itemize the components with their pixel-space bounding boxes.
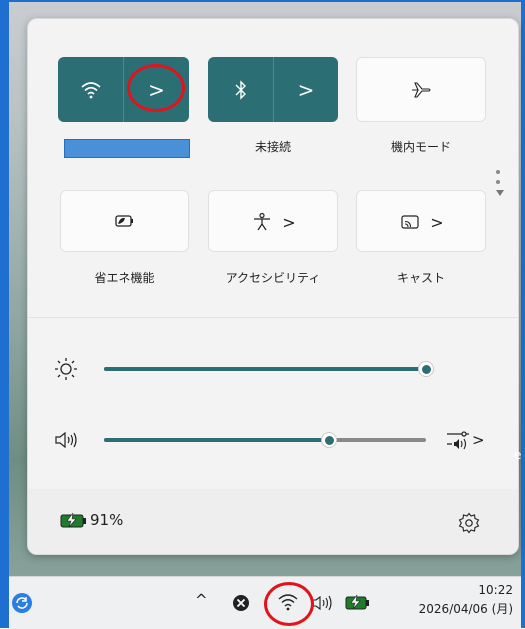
battery-status-button[interactable]: 91% bbox=[60, 511, 123, 529]
cast-tile[interactable]: > bbox=[356, 190, 486, 252]
audio-output-button[interactable]: > bbox=[446, 429, 485, 451]
battery-charging-icon bbox=[60, 512, 86, 528]
accessibility-tile[interactable]: > bbox=[208, 190, 338, 252]
chevron-right-icon: > bbox=[282, 212, 296, 232]
wifi-network-name-box bbox=[64, 139, 190, 158]
chevron-right-icon: > bbox=[148, 77, 165, 102]
audio-output-icon bbox=[447, 431, 469, 450]
battery-saver-label: 省エネ機能 bbox=[94, 271, 155, 285]
show-hidden-icons-button[interactable]: ^ bbox=[195, 591, 208, 609]
window-border-top bbox=[0, 0, 525, 2]
clock[interactable]: 10:22 2026/04/06 (月) bbox=[419, 583, 513, 617]
cast-label: キャスト bbox=[396, 271, 445, 285]
brightness-slider-fill bbox=[104, 367, 426, 371]
bluetooth-toggle-button[interactable] bbox=[208, 57, 273, 122]
volume-slider-thumb[interactable] bbox=[321, 432, 337, 448]
panel-footer: 91% bbox=[28, 489, 518, 554]
scroll-dot bbox=[496, 170, 500, 174]
speaker-icon[interactable] bbox=[54, 430, 80, 450]
close-circle-icon[interactable] bbox=[232, 594, 250, 612]
sun-icon bbox=[55, 358, 77, 380]
taskbar: ^ 10:22 2026/04/06 (月) bbox=[9, 576, 521, 629]
volume-slider[interactable] bbox=[104, 438, 426, 442]
clock-date: 2026/04/06 (月) bbox=[418, 602, 513, 616]
taskbar-battery-charging-icon[interactable] bbox=[345, 594, 371, 610]
battery-percent: 91% bbox=[90, 511, 124, 529]
taskbar-wifi-icon[interactable] bbox=[277, 593, 299, 611]
refresh-app-icon[interactable] bbox=[11, 592, 33, 614]
window-border-left bbox=[0, 0, 9, 628]
gear-icon[interactable] bbox=[458, 512, 480, 534]
section-divider bbox=[28, 317, 518, 318]
airplane-mode-label: 機内モード bbox=[390, 140, 451, 154]
wifi-toggle-button[interactable] bbox=[58, 57, 123, 122]
volume-slider-fill bbox=[104, 438, 329, 442]
bluetooth-tile: > bbox=[208, 57, 338, 122]
taskbar-speaker-icon[interactable] bbox=[311, 594, 335, 612]
chevron-right-icon: > bbox=[430, 212, 444, 232]
wifi-tile: > bbox=[58, 57, 189, 122]
scroll-dot bbox=[496, 180, 500, 184]
quick-settings-panel: > > 未接続 機内モード 省エネ機能 > アクセシビリティ > キャスト > … bbox=[27, 18, 519, 555]
accessibility-icon bbox=[254, 212, 271, 231]
brightness-slider[interactable] bbox=[104, 367, 426, 371]
wifi-chevron-button[interactable]: > bbox=[124, 57, 189, 122]
clock-time: 10:22 bbox=[478, 583, 513, 597]
wifi-icon bbox=[80, 81, 101, 98]
chevron-right-icon: > bbox=[472, 431, 485, 449]
cast-icon bbox=[401, 215, 419, 229]
battery-saver-tile[interactable] bbox=[60, 190, 189, 252]
brightness-slider-thumb[interactable] bbox=[418, 361, 434, 377]
airplane-icon bbox=[412, 81, 431, 98]
scrollbar[interactable] bbox=[496, 164, 504, 196]
chevron-right-icon: > bbox=[297, 77, 315, 102]
bluetooth-label: 未接続 bbox=[254, 140, 291, 154]
accessibility-label: アクセシビリティ bbox=[225, 271, 321, 285]
battery-saver-icon bbox=[114, 215, 133, 227]
airplane-mode-tile[interactable] bbox=[356, 57, 486, 122]
scroll-down-arrow-icon[interactable] bbox=[496, 190, 504, 196]
bluetooth-chevron-button[interactable]: > bbox=[274, 57, 338, 122]
bluetooth-icon bbox=[235, 79, 246, 100]
background-text-fragment: e bbox=[514, 448, 522, 462]
window-border-right bbox=[521, 0, 525, 628]
